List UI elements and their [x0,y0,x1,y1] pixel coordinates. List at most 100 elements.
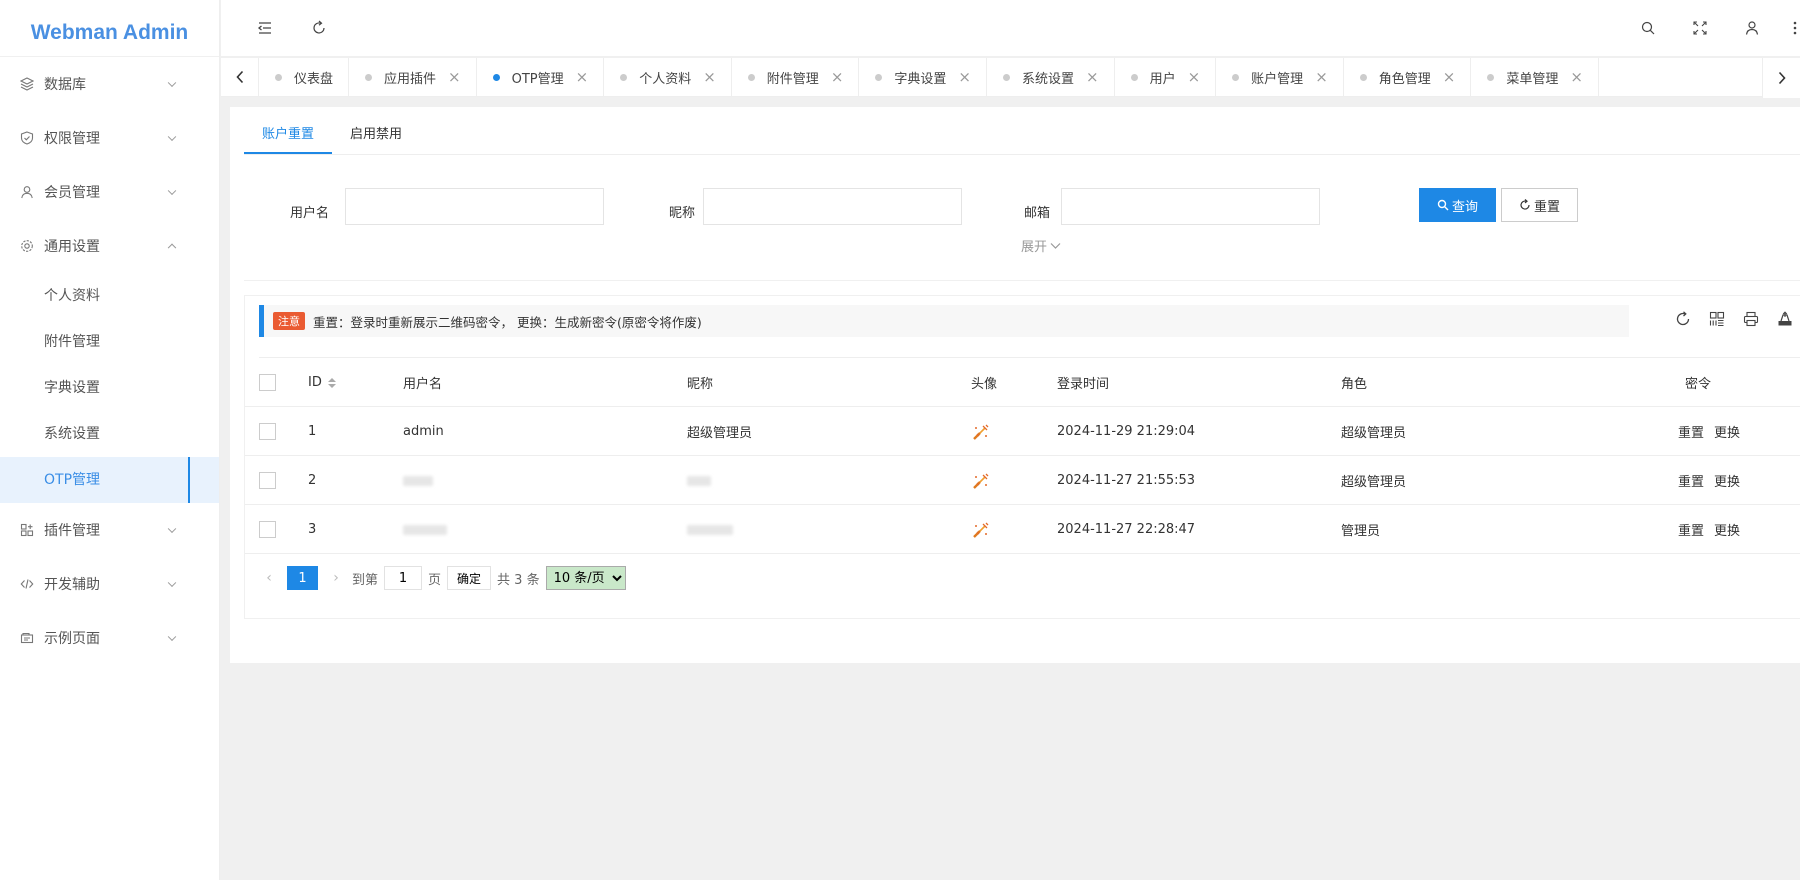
username-input[interactable] [345,188,604,225]
sortable-header-id[interactable]: ID [308,358,336,407]
tab-profile[interactable]: 个人资料 × [604,58,732,96]
cell-login-time: 2024-11-27 22:28:47 [1057,522,1196,537]
sidebar-subitem-profile[interactable]: 个人资料 [0,273,219,319]
tab-dot [1487,73,1495,81]
tab-label: 菜单管理 [1506,71,1559,87]
change-secret-link[interactable]: 更换 [1714,422,1740,441]
sidebar-item-label: 会员管理 [44,185,100,201]
reset-secret-link[interactable]: 重置 [1678,520,1704,539]
table-row: 1 admin 超级管理员 2024-11-29 21:29:04 超级管理员 … [245,407,1800,456]
sidebar-item-permissions[interactable]: 权限管理 [0,111,219,165]
user-icon[interactable] [1738,14,1766,42]
row-checkbox[interactable] [259,423,276,440]
close-icon[interactable]: × [831,68,844,86]
close-icon[interactable]: × [576,68,589,86]
tab-attachments[interactable]: 附件管理 × [732,58,860,96]
tab-otp[interactable]: OTP管理 × [477,58,605,96]
close-icon[interactable]: × [1188,68,1201,86]
tab-users[interactable]: 用户 × [1115,58,1217,96]
sidebar-item-general-settings[interactable]: 通用设置 [0,219,219,273]
cell-login-time: 2024-11-27 21:55:53 [1057,473,1196,488]
cell-username-redacted [403,505,447,554]
close-icon[interactable]: × [1086,68,1099,86]
change-secret-link[interactable]: 更换 [1714,471,1740,490]
page-number-current[interactable]: 1 [287,566,318,590]
chevron-right-icon [1778,71,1786,85]
tab-dot [365,73,373,81]
plugin-icon [20,523,34,537]
nickname-label: 昵称 [669,206,696,221]
refresh-icon[interactable] [1674,310,1692,328]
sidebar-item-dev-tools[interactable]: 开发辅助 [0,557,219,611]
cell-id: 1 [308,424,317,439]
close-icon[interactable]: × [703,68,716,86]
menu-fold-icon[interactable] [251,14,279,42]
page-size-select[interactable]: 10 条/页 [545,566,626,590]
sidebar-item-plugins[interactable]: 插件管理 [0,503,219,557]
tab-roles[interactable]: 角色管理 × [1344,58,1472,96]
tab-enable-disable[interactable]: 启用禁用 [332,115,420,154]
page-icon [20,631,34,645]
tabs-scroll-left-button[interactable] [221,58,259,96]
row-checkbox[interactable] [259,521,276,538]
sidebar-subitem-otp[interactable]: OTP管理 [0,457,219,503]
sidebar-item-label: 插件管理 [44,523,100,539]
tab-app-plugins[interactable]: 应用插件 × [349,58,477,96]
avatar [971,505,991,554]
goto-page-input[interactable] [384,566,423,590]
sidebar-subitem-dictionary[interactable]: 字典设置 [0,365,219,411]
notice-text: 重置：登录时重新展示二维码密令， 更换：生成新密令(原密令将作废) [313,314,702,330]
print-icon[interactable] [1742,310,1760,328]
prev-page-button[interactable]: ‹ [259,570,279,586]
goto-confirm-button[interactable]: 确定 [447,566,492,590]
reset-secret-link[interactable]: 重置 [1678,471,1704,490]
sidebar-item-label: 数据库 [44,77,86,93]
cell-nickname-redacted [687,505,733,554]
export-icon[interactable] [1776,310,1794,328]
table-row: 2 2024-11-27 21:55:53 超级管理员 重置 更换 [245,456,1800,505]
close-icon[interactable]: × [958,68,971,86]
pagination: ‹ 1 › 到第 页 确定 共 3 条 10 条/页 [259,566,626,590]
tab-dot [875,73,883,81]
row-checkbox[interactable] [259,472,276,489]
notice-bar: 注意 重置：登录时重新展示二维码密令， 更换：生成新密令(原密令将作废) [259,305,1629,337]
close-icon[interactable]: × [448,68,461,86]
chevron-down-icon [167,524,177,534]
tab-account-reset[interactable]: 账户重置 [244,115,333,154]
select-all-checkbox[interactable] [259,374,276,391]
tab-label: 附件管理 [766,71,819,87]
expand-toggle[interactable]: 展开 [1021,236,1061,255]
nickname-input[interactable] [703,188,962,225]
close-icon[interactable]: × [1443,68,1456,86]
tab-menus[interactable]: 菜单管理 × [1471,58,1599,96]
search-icon[interactable] [1634,14,1662,42]
sidebar-item-database[interactable]: 数据库 [0,57,219,111]
sidebar-item-members[interactable]: 会员管理 [0,165,219,219]
total-count: 共 3 条 [497,572,540,588]
tabs-scroll-right-button[interactable] [1762,58,1800,98]
tab-accounts[interactable]: 账户管理 × [1216,58,1344,96]
query-button[interactable]: 查询 [1419,188,1496,222]
tab-dictionary[interactable]: 字典设置 × [859,58,987,96]
close-icon[interactable]: × [1315,68,1328,86]
reset-button-label: 重置 [1533,198,1560,214]
tab-dot [492,73,500,81]
change-secret-link[interactable]: 更换 [1714,520,1740,539]
refresh-icon[interactable] [305,14,333,42]
email-input[interactable] [1061,188,1320,225]
next-page-button[interactable]: › [326,570,346,586]
reset-secret-link[interactable]: 重置 [1678,422,1704,441]
tab-system-settings[interactable]: 系统设置 × [987,58,1115,96]
columns-icon[interactable] [1708,310,1726,328]
query-button-label: 查询 [1451,198,1478,214]
sidebar-item-examples[interactable]: 示例页面 [0,611,219,665]
sidebar-subitem-attachments[interactable]: 附件管理 [0,319,219,365]
tab-dashboard[interactable]: 仪表盘 [259,58,350,96]
sidebar-subitem-system-settings[interactable]: 系统设置 [0,411,219,457]
fullscreen-icon[interactable] [1686,14,1714,42]
more-vertical-icon[interactable] [1790,14,1800,42]
reset-button[interactable]: 重置 [1501,188,1578,222]
cell-role: 超级管理员 [1341,475,1407,490]
close-icon[interactable]: × [1570,68,1583,86]
goto-label: 到第 [352,572,379,588]
